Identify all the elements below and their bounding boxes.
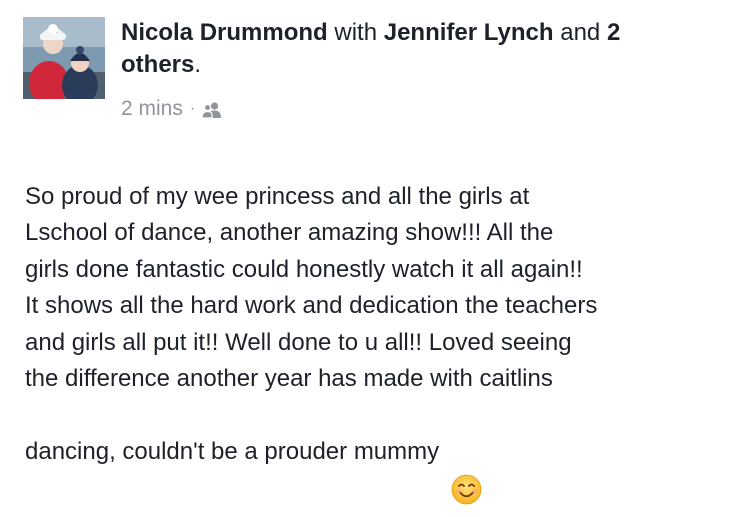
others-label: others bbox=[121, 51, 195, 78]
header-period: . bbox=[194, 51, 202, 78]
meta-separator: · bbox=[189, 100, 196, 117]
post-text-last-line: dancing, couldn't be a prouder mummy bbox=[25, 434, 725, 505]
tagged-person-link[interactable]: Jennifer Lynch bbox=[384, 19, 554, 46]
post-timestamp[interactable]: 2 mins bbox=[121, 97, 183, 121]
post-text-ending: dancing, couldn't be a prouder mummy bbox=[25, 438, 440, 465]
post-meta: 2 mins · bbox=[121, 95, 223, 123]
and-text: and bbox=[560, 19, 601, 46]
facebook-post: Nicola Drummond with Jennifer Lynch and … bbox=[0, 0, 735, 505]
author-avatar[interactable] bbox=[23, 17, 105, 99]
others-count: 2 bbox=[606, 19, 621, 46]
smiling-face-emoji-icon bbox=[451, 438, 482, 505]
post-header: Nicola Drummond with Jennifer Lynch and … bbox=[121, 17, 721, 81]
post-body: So proud of my wee princess and all the … bbox=[25, 142, 725, 507]
post-text: So proud of my wee princess and all the … bbox=[25, 182, 598, 393]
avatar-photo bbox=[23, 17, 105, 99]
friends-icon[interactable] bbox=[201, 101, 223, 119]
with-text: with bbox=[334, 19, 378, 46]
author-name-link[interactable]: Nicola Drummond bbox=[121, 19, 328, 46]
